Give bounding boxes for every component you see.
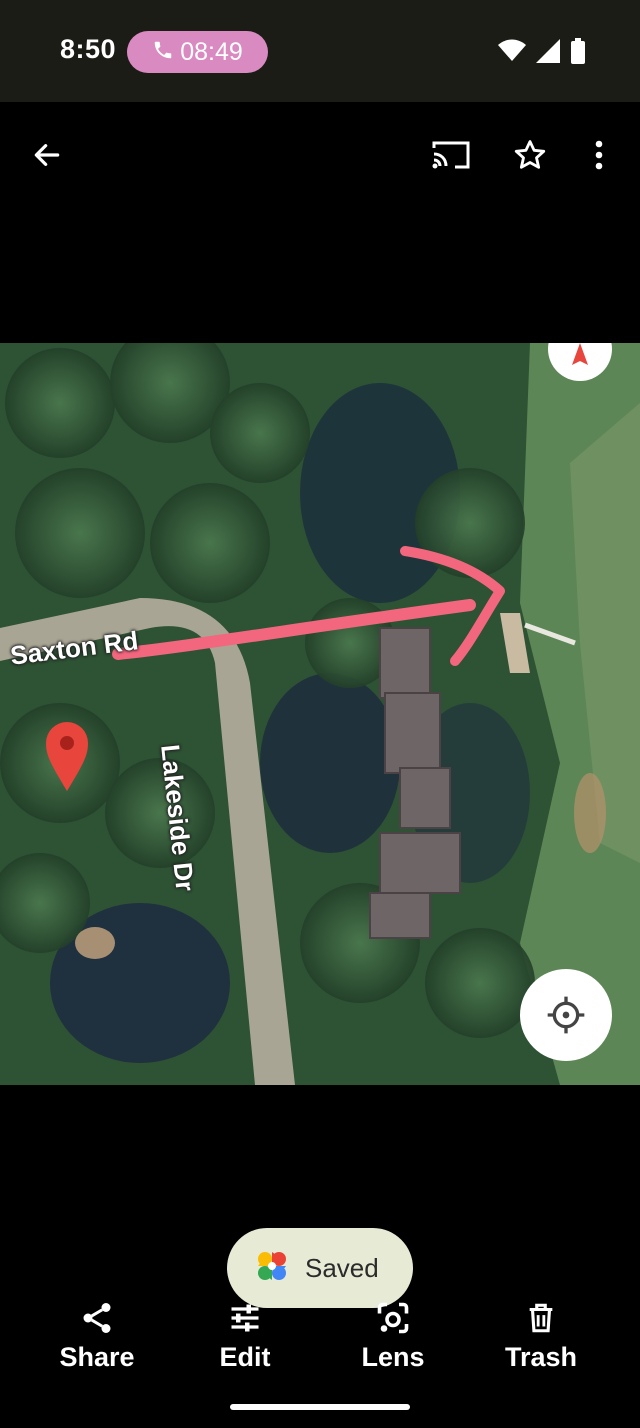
trash-label: Trash: [504, 1342, 578, 1372]
ongoing-call-chip[interactable]: 08:49: [127, 31, 268, 73]
toast-text: Saved: [305, 1252, 379, 1283]
lens-label: Lens: [361, 1342, 425, 1372]
call-timer: 08:49: [180, 37, 243, 66]
share-label: Share: [59, 1342, 135, 1372]
battery-icon: [570, 38, 586, 69]
photo-actions-bar: Share Edit Lens Trash: [0, 1300, 640, 1390]
cast-icon[interactable]: [426, 130, 476, 180]
my-location-button: [520, 969, 612, 1061]
lens-button[interactable]: Lens: [323, 1300, 463, 1373]
trash-button[interactable]: Trash: [471, 1300, 611, 1373]
status-bar: 8:50 08:49: [0, 0, 640, 102]
signal-icon: [536, 39, 560, 68]
edit-label: Edit: [219, 1342, 271, 1372]
viewer-top-bar: [0, 102, 640, 210]
star-icon[interactable]: [505, 130, 555, 180]
trash-icon: [529, 1303, 553, 1333]
phone-icon: [152, 39, 174, 66]
edit-sliders-icon: [231, 1304, 259, 1332]
crosshair-icon: [547, 996, 585, 1034]
photo-content[interactable]: Saxton Rd Lakeside Dr: [0, 343, 640, 1085]
share-button[interactable]: Share: [27, 1300, 167, 1373]
edit-button[interactable]: Edit: [175, 1300, 315, 1373]
gesture-navigation-bar[interactable]: [230, 1404, 410, 1410]
status-clock: 8:50: [60, 34, 117, 64]
more-vert-icon[interactable]: [576, 130, 622, 180]
back-arrow-icon[interactable]: [22, 130, 72, 180]
wifi-icon: [498, 39, 526, 68]
google-photos-icon: [255, 1249, 289, 1288]
share-icon: [83, 1303, 111, 1333]
lens-icon: [377, 1302, 409, 1334]
saved-toast: Saved: [227, 1228, 413, 1308]
